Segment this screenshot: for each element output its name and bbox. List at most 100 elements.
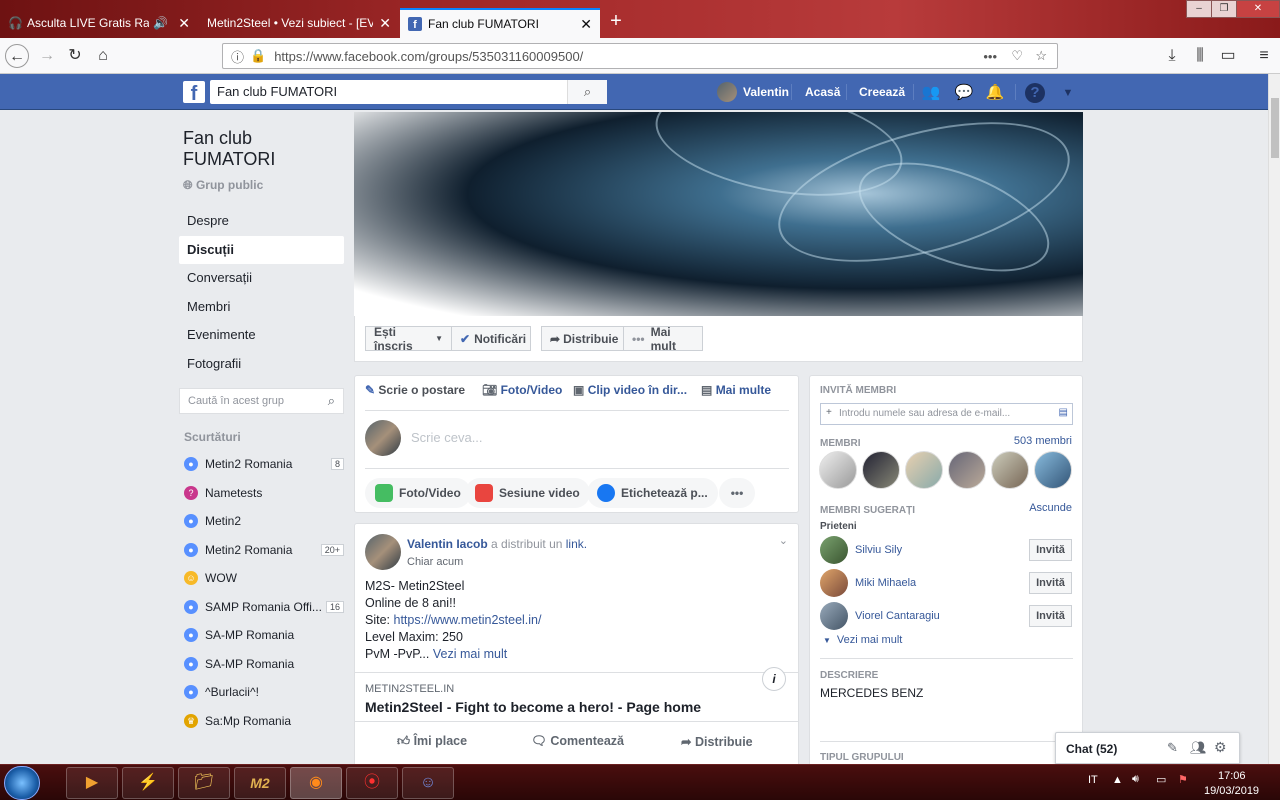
- pocket-icon[interactable]: ♡: [1011, 48, 1023, 64]
- file-explorer-app[interactable]: 📁︎: [178, 767, 230, 799]
- info-icon[interactable]: i: [762, 667, 786, 691]
- chat-bar[interactable]: Chat (52) ✎ 👥︎ ⚙: [1055, 732, 1240, 764]
- minimize-button[interactable]: –: [1186, 0, 1212, 18]
- suggested-member[interactable]: Miki Mihaela: [820, 568, 916, 598]
- tab-radio[interactable]: 🎧Asculta LIVE Gratis Radio M🔊✕: [0, 8, 198, 38]
- composer-tab-write[interactable]: ✎ Scrie o postare: [365, 383, 465, 397]
- like-button[interactable]: 👍︎ Îmi place: [397, 734, 467, 749]
- user-avatar[interactable]: [365, 420, 401, 456]
- invite-button[interactable]: Invită: [1029, 605, 1072, 627]
- start-button[interactable]: [4, 766, 40, 800]
- page-actions-icon[interactable]: •••: [983, 49, 997, 64]
- member-avatar[interactable]: [1034, 451, 1072, 489]
- home-link[interactable]: Acasă: [805, 74, 840, 110]
- nav-conversations[interactable]: Conversații: [179, 264, 344, 293]
- post-time[interactable]: Chiar acum: [407, 556, 463, 568]
- tag-people-pill[interactable]: Etichetează p...: [587, 478, 718, 508]
- share-button[interactable]: ➦ Distribuie: [541, 326, 624, 351]
- notifications-button[interactable]: ✔ Notificări: [451, 326, 531, 351]
- create-link[interactable]: Creează: [859, 74, 905, 110]
- see-more-members-link[interactable]: ▼ Vezi mai mult: [823, 634, 902, 646]
- downloads-icon[interactable]: ⤓: [1160, 44, 1184, 68]
- see-more-link[interactable]: Vezi mai mult: [433, 647, 507, 661]
- comment-button[interactable]: 🗨︎ Comentează: [531, 734, 624, 749]
- media-player-app[interactable]: ▶: [66, 767, 118, 799]
- clock-date[interactable]: 19/03/2019: [1204, 785, 1259, 797]
- members-count-link[interactable]: 503 membri: [1014, 435, 1072, 447]
- link-title[interactable]: Metin2Steel - Fight to become a hero! - …: [365, 699, 701, 715]
- sidebar-icon[interactable]: ▭: [1216, 44, 1240, 68]
- tab-metin2steel[interactable]: Metin2Steel • Vezi subiect - [EVENT✕: [199, 8, 399, 38]
- home-button[interactable]: ⌂: [91, 44, 115, 68]
- link-preview[interactable]: i METIN2STEEL.IN Metin2Steel - Fight to …: [355, 667, 798, 722]
- new-tab-button[interactable]: +: [604, 10, 628, 33]
- shortcut-item[interactable]: ☺ WOW: [179, 564, 344, 593]
- chevron-down-icon[interactable]: ⌄: [779, 534, 788, 547]
- close-tab-icon[interactable]: ✕: [178, 15, 190, 32]
- close-tab-icon[interactable]: ✕: [379, 15, 391, 32]
- help-icon[interactable]: ?: [1025, 83, 1045, 103]
- scrollbar-thumb[interactable]: [1271, 98, 1279, 158]
- url-bar[interactable]: ⓘ 🔒 https://www.facebook.com/groups/5350…: [222, 43, 1058, 69]
- member-avatar[interactable]: [862, 451, 900, 489]
- author-avatar[interactable]: [365, 534, 401, 570]
- metin2-app[interactable]: M2: [234, 767, 286, 799]
- shortcut-item[interactable]: ● Metin2 Romania 8: [179, 450, 344, 479]
- shortcut-item[interactable]: ● Metin2: [179, 507, 344, 536]
- user-avatar[interactable]: [717, 82, 737, 102]
- link-word[interactable]: link.: [566, 537, 587, 551]
- facebook-logo-icon[interactable]: f: [183, 81, 205, 105]
- shortcut-item[interactable]: ● Metin2 Romania 20+: [179, 536, 344, 565]
- messenger-icon[interactable]: 💬: [954, 83, 974, 103]
- shortcut-item[interactable]: ● SA-MP Romania: [179, 650, 344, 679]
- discord-app[interactable]: ☺: [402, 767, 454, 799]
- network-icon[interactable]: ▭: [1156, 773, 1166, 786]
- hide-link[interactable]: Ascunde: [1029, 502, 1072, 514]
- composer-input[interactable]: Scrie ceva...: [411, 430, 483, 445]
- tray-arrow-icon[interactable]: ▲: [1112, 774, 1123, 786]
- reload-button[interactable]: ↻: [63, 44, 87, 68]
- composer-tab-photo[interactable]: 📷︎ Foto/Video: [482, 383, 562, 397]
- notifications-bell-icon[interactable]: 🔔: [985, 83, 1005, 103]
- nav-members[interactable]: Membri: [179, 293, 344, 322]
- shortcut-item[interactable]: ● SA-MP Romania: [179, 621, 344, 650]
- shortcut-item[interactable]: ? Nametests: [179, 479, 344, 508]
- composer-tab-more[interactable]: ▤ Mai multe: [701, 383, 771, 397]
- member-avatar[interactable]: [991, 451, 1029, 489]
- account-menu-icon[interactable]: ▼: [1058, 83, 1078, 103]
- friend-requests-icon[interactable]: 👥: [921, 83, 941, 103]
- shortcut-item[interactable]: ● SAMP Romania Offi... 16: [179, 593, 344, 622]
- group-search-input[interactable]: Caută în acest grup ⌕: [179, 388, 344, 414]
- flag-icon[interactable]: ⚑: [1178, 773, 1188, 786]
- more-options-pill[interactable]: •••: [719, 478, 755, 508]
- invite-button[interactable]: Invită: [1029, 539, 1072, 561]
- volume-icon[interactable]: 🔊︎: [1132, 773, 1139, 786]
- joined-button[interactable]: Ești înscris ▼: [365, 325, 452, 353]
- forward-button[interactable]: →: [35, 44, 59, 68]
- suggested-member[interactable]: Viorel Cantaragiu: [820, 601, 940, 631]
- close-window-button[interactable]: ✕: [1236, 0, 1280, 18]
- fb-search-input[interactable]: Fan club FUMATORI: [210, 80, 607, 104]
- nav-events[interactable]: Evenimente: [179, 321, 344, 350]
- library-icon[interactable]: ⫼: [1188, 44, 1212, 68]
- bookmark-star-icon[interactable]: ☆: [1035, 48, 1047, 64]
- suggested-member[interactable]: Silviu Sily: [820, 535, 902, 565]
- nav-photos[interactable]: Fotografii: [179, 350, 344, 379]
- group-title[interactable]: Fan club FUMATORI: [183, 128, 344, 170]
- nav-discussion[interactable]: Discuții: [179, 235, 344, 264]
- shortcut-item[interactable]: ♛ Sa:Mp Romania: [179, 707, 344, 736]
- speaker-icon[interactable]: 🔊: [153, 16, 168, 30]
- member-avatar[interactable]: [819, 451, 857, 489]
- composer-tab-live[interactable]: ▣ Clip video în dir...: [573, 383, 687, 397]
- maximize-button[interactable]: ❐: [1211, 0, 1237, 18]
- user-name-link[interactable]: Valentin: [743, 74, 789, 110]
- site-link[interactable]: https://www.metin2steel.in/: [394, 613, 542, 627]
- tab-fan-club[interactable]: f Fan club FUMATORI ✕: [400, 8, 600, 38]
- invite-button[interactable]: Invită: [1029, 572, 1072, 594]
- member-avatar[interactable]: [948, 451, 986, 489]
- back-button[interactable]: ←: [5, 44, 29, 68]
- search-icon[interactable]: ⌕: [567, 80, 607, 104]
- share-post-button[interactable]: ➦ Distribuie: [681, 734, 753, 749]
- video-session-pill[interactable]: Sesiune video: [465, 478, 590, 508]
- photo-video-pill[interactable]: Foto/Video: [365, 478, 471, 508]
